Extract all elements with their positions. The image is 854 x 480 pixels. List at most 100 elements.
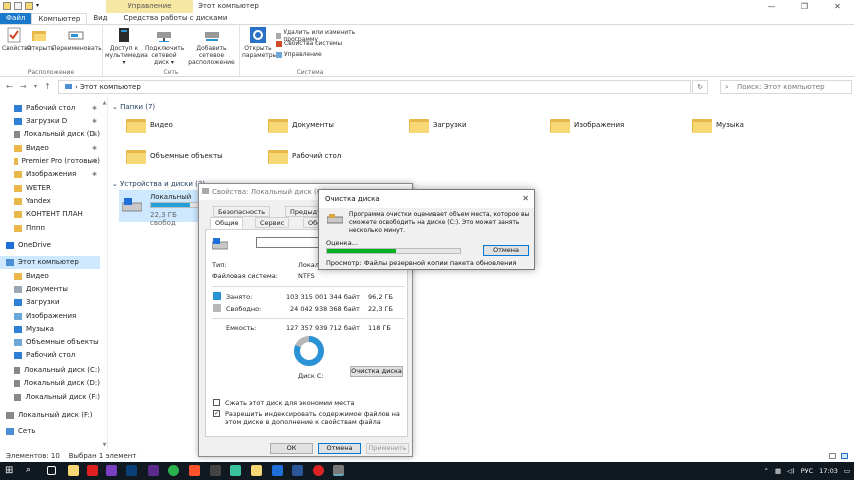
pin-icon[interactable]: ✱ [92,168,97,181]
details-view-icon[interactable] [829,453,836,459]
pin-icon[interactable]: ✱ [92,128,97,141]
sidebar-item[interactable]: Premier Pro (готовые) ✱ [0,155,100,168]
sidebar-item[interactable]: OneDrive [0,239,100,252]
drive-label-input[interactable] [256,237,326,248]
minimize-button[interactable]: — [755,0,788,13]
sidebar-item[interactable]: Объемные объекты [0,336,100,349]
properties-icon[interactable] [14,2,22,10]
sidebar-item[interactable]: Документы [0,283,100,296]
sidebar-item[interactable]: Локальный диск (F:) [0,391,100,404]
manage-button[interactable]: Управление [276,51,322,58]
folder-tile[interactable]: Видео [126,117,173,133]
app-dark-taskbar-icon[interactable] [210,465,221,476]
clock[interactable]: 17:03 [819,467,838,475]
sidebar-item[interactable]: Локальный диск (D:) ✱ [0,128,100,141]
add-network-location-button[interactable]: Добавить сетевое расположение [185,27,238,66]
cleanup-cancel-button[interactable]: Отмена [483,245,529,256]
app-blue-taskbar-icon[interactable] [126,465,137,476]
sidebar-item[interactable]: Загрузки D ✱ [0,115,100,128]
props-cancel-button[interactable]: Отмена [318,443,361,454]
tab-tools[interactable]: Сервис [255,217,290,228]
maximize-button[interactable]: ❐ [788,0,821,13]
folder-tile[interactable]: Объемные объекты [126,148,223,164]
cleanup-close-icon[interactable]: ✕ [522,194,529,203]
tab-computer[interactable]: Компьютер [31,13,88,24]
refresh-button[interactable]: ↻ [692,80,708,94]
sidebar-item[interactable]: Видео ✱ [0,142,100,155]
sidebar-item[interactable]: Локальный диск (D:) [0,377,100,390]
sidebar-item[interactable]: Рабочий стол ✱ [0,102,100,115]
disk-cleanup-taskbar-icon[interactable] [333,465,344,476]
sidebar-item[interactable]: Этот компьютер [0,256,100,269]
pin-icon[interactable]: ✱ [92,155,97,168]
forward-arrow-icon[interactable]: → [20,82,27,91]
volume-icon[interactable]: ◁) [787,467,795,475]
tab-security[interactable]: Безопасность [213,206,271,217]
disk-cleanup-button[interactable]: Очистка диска [350,366,403,377]
compress-checkbox[interactable] [213,399,220,406]
tiles-view-icon[interactable] [841,453,848,459]
sidebar-item[interactable]: Рабочий стол [0,349,100,362]
system-properties-button[interactable]: Свойства системы [276,40,342,47]
search-taskbar-icon[interactable]: ⌕ [26,465,37,476]
explorer-taskbar-icon[interactable] [68,465,79,476]
tray-chevron-icon[interactable]: ⌃ [764,467,769,475]
sidebar-item[interactable]: Сеть [0,425,100,438]
sidebar-item[interactable]: КОНТЕНТ ПЛАН [0,208,100,221]
properties-button[interactable]: Свойства [2,27,31,52]
devices-header[interactable]: ⌄ Устройства и диски (3) [112,180,205,188]
media-access-button[interactable]: Доступ к мультимедиа ▾ [105,27,148,66]
index-checkbox[interactable]: ✓ [213,410,220,417]
up-arrow-icon[interactable]: ↑ [44,82,51,91]
tab-drive-tools[interactable]: Средства работы с дисками [118,13,234,24]
sidebar-item[interactable]: Видео [0,270,100,283]
sidebar-item[interactable]: Локальный диск (C:) [0,364,100,377]
sidebar-scrollbar[interactable]: ▲ ▼ [101,100,108,448]
address-input[interactable]: › Этот компьютер [58,80,691,94]
new-folder-icon[interactable] [25,2,33,10]
sidebar-item[interactable]: Изображения ✱ [0,168,100,181]
folder-taskbar-icon[interactable] [251,465,262,476]
app-green-taskbar-icon[interactable] [230,465,241,476]
close-button[interactable]: ✕ [821,0,854,13]
sidebar-item[interactable]: Загрузки [0,296,100,309]
open-settings-button[interactable]: Открыть параметры [242,27,277,59]
tab-view[interactable]: Вид [87,13,113,24]
folder-tile[interactable]: Музыка [692,117,744,133]
drive-tile-c[interactable]: Локальный диск 22,3 ГБ свобод [119,190,201,227]
network-icon[interactable]: ▦ [775,467,781,475]
rename-button[interactable]: Переименовать [52,27,102,52]
sidebar-item[interactable]: Пппп [0,222,100,235]
sidebar-item[interactable]: WETER [0,182,100,195]
open-button[interactable]: Открыть [27,27,54,52]
back-arrow-icon[interactable]: ← [6,82,13,91]
scroll-down-icon[interactable]: ▼ [101,442,108,448]
notifications-icon[interactable]: ▭ [844,467,850,475]
word-taskbar-icon[interactable] [292,465,303,476]
sidebar-item[interactable]: Музыка [0,323,100,336]
ok-button[interactable]: ОК [270,443,313,454]
folder-tile[interactable]: Документы [268,117,334,133]
search-input[interactable]: ⌕ Поиск: Этот компьютер [720,80,852,94]
pin-icon[interactable]: ✱ [92,115,97,128]
recent-chevron-icon[interactable]: ▾ [34,83,37,90]
map-network-drive-button[interactable]: Подключить сетевой диск ▾ [145,27,184,66]
pin-icon[interactable]: ✱ [92,102,97,115]
sidebar-item[interactable]: Локальный диск (F:) [0,409,100,422]
pin-icon[interactable]: ✱ [92,142,97,155]
chrome-taskbar-icon[interactable] [168,465,179,476]
telegram-taskbar-icon[interactable] [272,465,283,476]
tab-general[interactable]: Общие [210,217,244,229]
folder-tile[interactable]: Изображения [550,117,624,133]
app-red-taskbar-icon[interactable] [87,465,98,476]
sidebar-item[interactable]: Изображения [0,310,100,323]
keyboard-language[interactable]: РУС [801,467,813,475]
folders-header[interactable]: ⌄ Папки (7) [112,103,155,111]
premiere-taskbar-icon[interactable] [106,465,117,476]
brave-taskbar-icon[interactable] [189,465,200,476]
opera-taskbar-icon[interactable] [313,465,324,476]
tab-file[interactable]: Файл [0,13,32,24]
folder-tile[interactable]: Загрузки [409,117,467,133]
app-purple-taskbar-icon[interactable] [148,465,159,476]
scroll-up-icon[interactable]: ▲ [101,100,108,106]
